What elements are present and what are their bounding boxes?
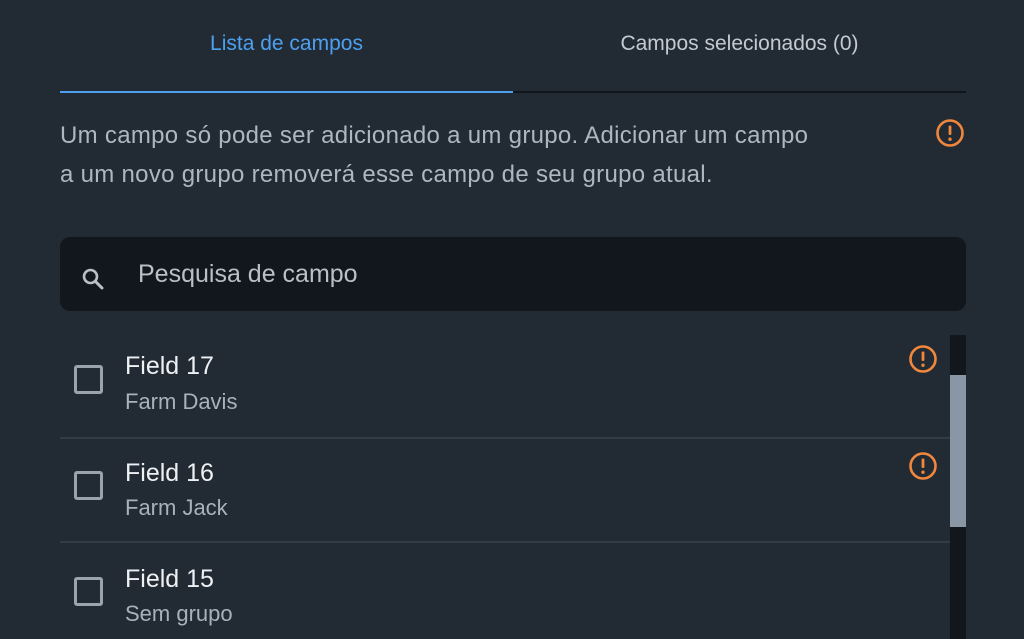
warning-circle-icon	[936, 119, 964, 147]
tab-field-list[interactable]: Lista de campos	[60, 0, 513, 93]
scrollbar-thumb[interactable]	[950, 375, 966, 527]
field-list: Field 17 Farm Davis Field 16 Farm Jack F…	[60, 335, 950, 639]
search-box	[60, 237, 966, 311]
warning-circle-icon	[909, 345, 937, 373]
field-row[interactable]: Field 16 Farm Jack	[60, 439, 950, 543]
field-selection-panel: Lista de campos Campos selecionados (0) …	[0, 0, 1024, 639]
info-message-line-1: Um campo só pode ser adicionado a um gru…	[60, 122, 809, 149]
field-row[interactable]: Field 17 Farm Davis	[60, 335, 950, 439]
warning-circle-icon	[909, 452, 937, 480]
field-checkbox[interactable]	[74, 577, 103, 606]
field-checkbox[interactable]	[74, 471, 103, 500]
field-name: Field 16	[125, 459, 214, 487]
field-group: Farm Davis	[125, 389, 238, 414]
tab-bar: Lista de campos Campos selecionados (0)	[60, 0, 966, 93]
search-input[interactable]	[138, 237, 938, 311]
field-row[interactable]: Field 15 Sem grupo	[60, 543, 950, 639]
info-message: Um campo só pode ser adicionado a um gru…	[60, 116, 920, 194]
field-group: Farm Jack	[125, 495, 228, 520]
info-message-line-2: a um novo grupo removerá esse campo de s…	[60, 161, 713, 188]
field-group: Sem grupo	[125, 601, 233, 626]
search-icon	[82, 268, 104, 290]
list-scrollbar[interactable]	[950, 335, 966, 639]
field-checkbox[interactable]	[74, 365, 103, 394]
tab-selected-fields[interactable]: Campos selecionados (0)	[513, 0, 966, 91]
field-name: Field 17	[125, 352, 214, 380]
field-name: Field 15	[125, 565, 214, 593]
